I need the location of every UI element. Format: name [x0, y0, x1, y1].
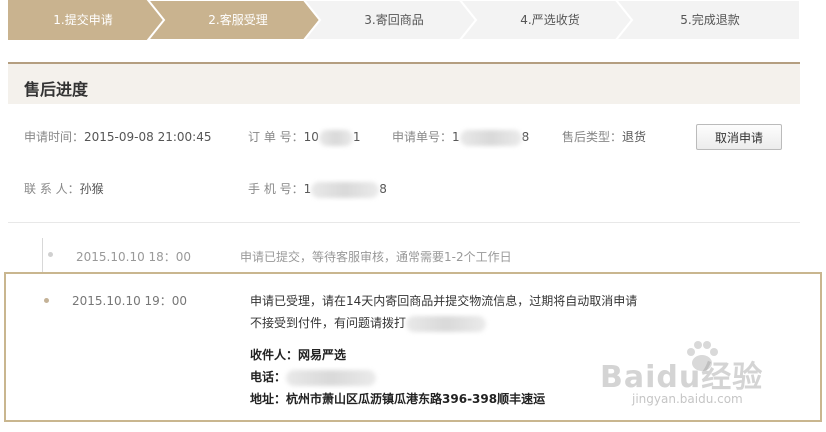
step-2-label: 2.客服受理 — [208, 13, 268, 27]
receiver-value: 网易严选 — [298, 348, 347, 362]
order-number-redacted — [318, 129, 353, 146]
address-label: 地址： — [250, 392, 287, 406]
mobile-start: 1 — [303, 182, 312, 196]
step-5-label: 5.完成退款 — [680, 13, 740, 27]
timeline-message-2-line2: 不接受到付件，有问题请拨打 — [250, 314, 487, 332]
order-number-end: 1 — [352, 130, 361, 144]
receiver-label: 收件人： — [250, 348, 299, 362]
apply-number-redacted — [459, 129, 522, 146]
panel-header: 售后进度 — [8, 62, 800, 104]
order-number-start: 10 — [303, 130, 319, 144]
timeline-message-2-line1: 申请已受理，请在14天内寄回商品并提交物流信息，过期将自动取消申请 — [250, 294, 638, 308]
address-line: 地址：杭州市萧山区瓜沥镇瓜港东路396-398顺丰速运 — [250, 390, 545, 407]
apply-number-start: 1 — [452, 130, 460, 144]
step-1-label: 1.提交申请 — [53, 13, 113, 27]
info-divider — [8, 222, 800, 223]
hotline-text: 不接受到付件，有问题请拨打 — [250, 316, 407, 330]
timeline-message-1: 申请已提交，等待客服审核，通常需要1-2个工作日 — [240, 250, 512, 264]
apply-number-end: 8 — [521, 130, 530, 144]
watermark-brand: Baidu经验 — [600, 360, 764, 395]
timeline-time-2: 2015.10.10 19：00 — [72, 294, 188, 308]
step-3-label: 3.寄回商品 — [364, 13, 424, 27]
mobile-number: 手 机 号：1 8 — [248, 180, 387, 198]
receiver-phone-line: 电话： — [250, 368, 377, 386]
apply-time-value: 2015-09-08 21:00:45 — [84, 130, 212, 144]
cancel-request-button[interactable]: 取消申请 — [696, 124, 782, 150]
apply-time-label: 申请时间： — [24, 130, 85, 144]
receiver-phone-label: 电话： — [250, 370, 287, 384]
service-type-value: 退货 — [622, 130, 647, 144]
address-value: 杭州市萧山区瓜沥镇瓜港东路396-398顺丰速运 — [286, 392, 546, 406]
order-number: 订 单 号：10 1 — [248, 128, 361, 146]
page-title: 售后进度 — [24, 80, 89, 99]
watermark-url: jingyan.baidu.com — [632, 392, 743, 406]
step-4-label: 4.严选收货 — [520, 13, 580, 27]
timeline-time-1: 2015.10.10 18：00 — [76, 250, 192, 264]
service-type-label: 售后类型： — [562, 130, 623, 144]
apply-number: 申请单号：1 8 — [392, 128, 529, 146]
baidu-watermark: Baidu经验 jingyan.baidu.com — [600, 336, 820, 416]
receiver-phone-redacted — [286, 369, 377, 386]
timeline-dot-2 — [44, 298, 49, 303]
service-type: 售后类型：退货 — [562, 128, 646, 145]
progress-steps: 1.提交申请 2.客服受理 3.寄回商品 4.严选收货 5.完成退款 — [8, 0, 800, 40]
mobile-end: 8 — [379, 182, 387, 196]
receiver-line: 收件人：网易严选 — [250, 346, 346, 363]
contact-person: 联 系 人：孙猴 — [24, 180, 104, 197]
apply-number-label: 申请单号： — [392, 130, 453, 144]
timeline-dot-1 — [48, 252, 53, 257]
contact-value: 孙猴 — [79, 182, 104, 196]
order-number-label: 订 单 号： — [248, 130, 304, 144]
contact-label: 联 系 人： — [24, 182, 80, 196]
apply-time: 申请时间：2015-09-08 21:00:45 — [24, 128, 211, 145]
mobile-label: 手 机 号： — [248, 182, 304, 196]
hotline-redacted — [406, 315, 487, 332]
mobile-redacted — [311, 181, 380, 198]
